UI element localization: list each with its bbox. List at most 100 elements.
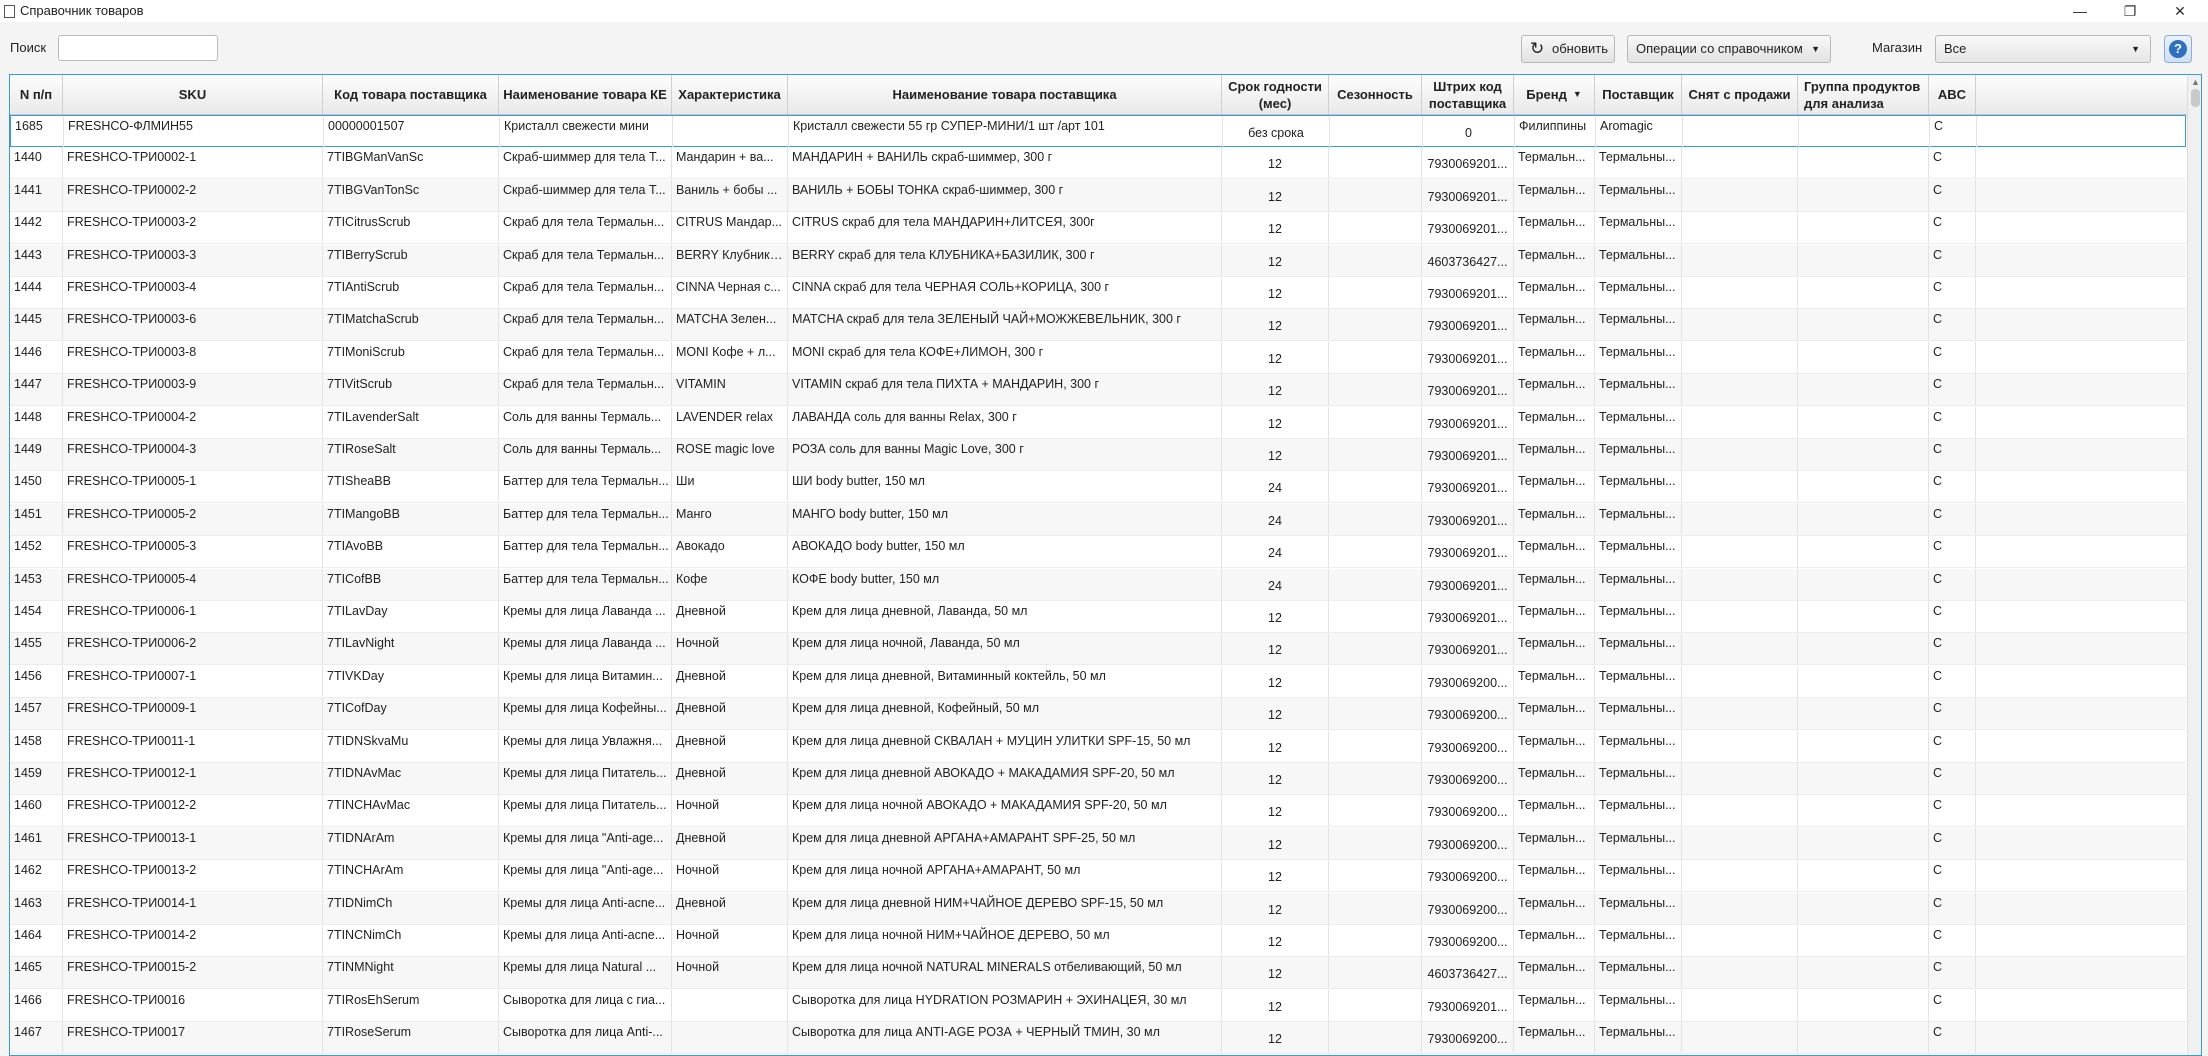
table-cell[interactable] <box>1682 957 1798 989</box>
table-cell[interactable] <box>1329 795 1422 827</box>
table-cell[interactable]: 1459 <box>10 763 63 794</box>
table-row[interactable]: 1450 FRESHCO-ТРИ0005-1 7TISheaBB Баттер для… <box>10 471 2186 504</box>
table-cell[interactable] <box>1798 827 1929 859</box>
table-cell[interactable] <box>1682 277 1798 308</box>
table-cell[interactable] <box>1682 536 1798 568</box>
column-header[interactable]: Группа продуктов для анализа <box>1798 75 1929 114</box>
table-cell[interactable]: FRESHCO-ТРИ0014-1 <box>63 892 323 924</box>
table-cell[interactable]: 1462 <box>10 860 63 892</box>
table-cell[interactable] <box>1798 212 1929 244</box>
table-cell[interactable]: 7930069200... <box>1422 665 1514 697</box>
table-cell[interactable] <box>1682 925 1798 956</box>
table-cell[interactable]: Сыворотка для лица с гиа... <box>499 989 672 1021</box>
table-cell[interactable]: МАНДАРИН + ВАНИЛЬ скраб-шиммер, 300 г <box>788 147 1222 179</box>
table-cell[interactable]: Термальн... <box>1514 471 1595 503</box>
table-cell[interactable] <box>1329 406 1422 438</box>
table-cell[interactable]: 7TIRoseSalt <box>323 439 499 470</box>
table-cell[interactable]: ВАНИЛЬ + БОБЫ ТОНКА скраб-шиммер, 300 г <box>788 179 1222 211</box>
table-cell[interactable]: Дневной <box>672 698 788 730</box>
table-cell[interactable]: Сыворотка для лица Anti-... <box>499 1022 672 1054</box>
table-cell[interactable]: 1685 <box>11 116 64 147</box>
table-cell[interactable] <box>1682 601 1798 632</box>
table-cell[interactable]: 12 <box>1222 1022 1329 1054</box>
table-cell[interactable]: C <box>1929 212 1976 244</box>
table-cell[interactable]: FRESHCO-ТРИ0017 <box>63 1022 323 1054</box>
table-row[interactable]: 1458 FRESHCO-ТРИ0011-1 7TIDNSkvaMu Кремы дл… <box>10 730 2186 763</box>
table-cell[interactable]: Термальны... <box>1595 147 1682 179</box>
table-cell[interactable]: Дневной <box>672 763 788 794</box>
table-cell[interactable] <box>1329 989 1422 1021</box>
table-cell[interactable]: Термальн... <box>1514 212 1595 244</box>
table-cell[interactable]: Манго <box>672 503 788 535</box>
table-cell[interactable]: Термальн... <box>1514 147 1595 179</box>
table-cell[interactable] <box>1329 179 1422 211</box>
table-cell[interactable]: 1452 <box>10 536 63 568</box>
table-cell[interactable] <box>1329 698 1422 730</box>
table-cell[interactable]: Скраб для тела Термальн... <box>499 341 672 373</box>
table-cell[interactable]: FRESHCO-ТРИ0003-6 <box>63 309 323 341</box>
table-cell[interactable]: MATCHA скраб для тела ЗЕЛЕНЫЙ ЧАЙ+МОЖЖЕВ… <box>788 309 1222 341</box>
maximize-button[interactable]: ❐ <box>2105 0 2155 22</box>
table-cell[interactable]: C <box>1929 1022 1976 1054</box>
table-cell[interactable] <box>1682 503 1798 535</box>
column-header[interactable]: Бренд ▼ <box>1514 75 1595 114</box>
table-cell[interactable]: Крем для лица дневной АВОКАДО + МАКАДАМИ… <box>788 763 1222 794</box>
table-cell[interactable]: C <box>1929 989 1976 1021</box>
table-cell[interactable]: 12 <box>1222 957 1329 989</box>
table-cell[interactable]: 7TIVitScrub <box>323 374 499 406</box>
table-row[interactable]: 1446 FRESHCO-ТРИ0003-8 7TIMoniScrub Скраб д… <box>10 341 2186 374</box>
table-cell[interactable]: Кремы для лица Лаванда ... <box>499 633 672 665</box>
table-cell[interactable]: Термальн... <box>1514 730 1595 762</box>
table-cell[interactable]: 7TIBGVanTonSc <box>323 179 499 211</box>
table-cell[interactable]: 1458 <box>10 730 63 762</box>
table-cell[interactable] <box>1682 374 1798 406</box>
table-cell[interactable]: C <box>1929 471 1976 503</box>
table-cell[interactable]: 12 <box>1222 633 1329 665</box>
table-row[interactable]: 1452 FRESHCO-ТРИ0005-3 7TIAvoBB Баттер для … <box>10 536 2186 569</box>
table-cell[interactable]: 12 <box>1222 179 1329 211</box>
table-cell[interactable] <box>1682 439 1798 470</box>
table-cell[interactable]: Термальны... <box>1595 892 1682 924</box>
table-cell[interactable]: Баттер для тела Термальн... <box>499 503 672 535</box>
table-cell[interactable]: Крем для лица ночной NATURAL MINERALS от… <box>788 957 1222 989</box>
table-cell[interactable] <box>1329 633 1422 665</box>
table-cell[interactable]: 7TISheaBB <box>323 471 499 503</box>
table-cell[interactable]: Термальн... <box>1514 957 1595 989</box>
table-cell[interactable]: Термальн... <box>1514 925 1595 956</box>
table-cell[interactable]: VITAMIN скраб для тела ПИХТА + МАНДАРИН,… <box>788 374 1222 406</box>
table-cell[interactable]: FRESHCO-ТРИ0015-2 <box>63 957 323 989</box>
table-cell[interactable] <box>1682 698 1798 730</box>
table-cell[interactable] <box>1798 536 1929 568</box>
table-cell[interactable] <box>1329 860 1422 892</box>
table-cell[interactable]: Термальны... <box>1595 406 1682 438</box>
table-cell[interactable]: 12 <box>1222 989 1329 1021</box>
table-cell[interactable]: 12 <box>1222 439 1329 470</box>
table-cell[interactable] <box>1682 730 1798 762</box>
table-cell[interactable]: Крем для лица дневной НИМ+ЧАЙНОЕ ДЕРЕВО … <box>788 892 1222 924</box>
table-cell[interactable]: 1466 <box>10 989 63 1021</box>
table-cell[interactable]: 1455 <box>10 633 63 665</box>
table-cell[interactable] <box>1798 957 1929 989</box>
table-cell[interactable]: 1461 <box>10 827 63 859</box>
table-cell[interactable]: 12 <box>1222 795 1329 827</box>
table-cell[interactable]: 12 <box>1222 212 1329 244</box>
table-cell[interactable]: C <box>1929 439 1976 470</box>
table-cell[interactable]: Ночной <box>672 925 788 956</box>
table-cell[interactable]: 7TIDNArAm <box>323 827 499 859</box>
table-row[interactable]: 1460 FRESHCO-ТРИ0012-2 7TINCHAvMac Кремы дл… <box>10 795 2186 828</box>
table-cell[interactable]: 0 <box>1423 116 1515 147</box>
table-cell[interactable]: BERRY скраб для тела КЛУБНИКА+БАЗИЛИК, 3… <box>788 244 1222 276</box>
table-cell[interactable]: Термальн... <box>1514 406 1595 438</box>
table-cell[interactable] <box>1682 568 1798 600</box>
table-cell[interactable]: 7930069201... <box>1422 277 1514 308</box>
table-cell[interactable] <box>1798 277 1929 308</box>
table-cell[interactable]: Ночной <box>672 795 788 827</box>
table-cell[interactable]: Ночной <box>672 957 788 989</box>
table-cell[interactable]: CITRUS Мандар... <box>672 212 788 244</box>
scrollbar-thumb[interactable] <box>2191 89 2200 107</box>
table-cell[interactable]: 7930069201... <box>1422 374 1514 406</box>
table-cell[interactable]: Мандарин + ва... <box>672 147 788 179</box>
table-cell[interactable]: C <box>1929 860 1976 892</box>
table-cell[interactable]: 7TINCHAvMac <box>323 795 499 827</box>
table-cell[interactable]: FRESHCO-ТРИ0016 <box>63 989 323 1021</box>
